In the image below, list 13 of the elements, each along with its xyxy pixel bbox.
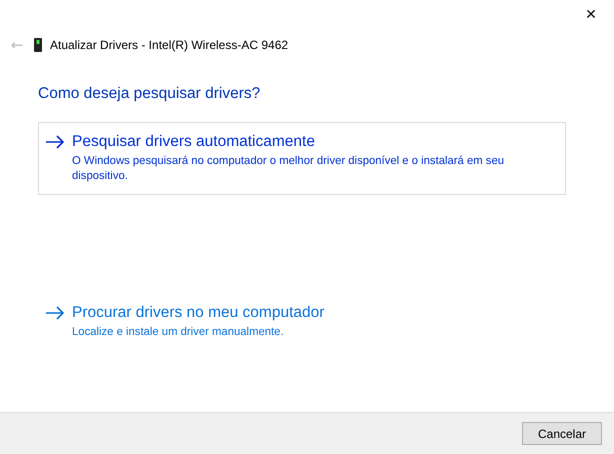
heading: Como deseja pesquisar drivers? xyxy=(38,85,262,103)
arrow-icon xyxy=(45,306,65,320)
arrow-icon xyxy=(45,135,65,149)
option-description: O Windows pesquisará no computador o melhor driver disponível e o instalará em seu dispositivo. xyxy=(72,154,506,184)
window-title: Atualizar Drivers - Intel(R) Wireless-AC 9462 xyxy=(50,38,288,52)
device-icon xyxy=(34,38,42,52)
option-title: Procurar drivers no meu computador xyxy=(72,304,324,322)
close-button[interactable]: ✕ xyxy=(568,0,614,30)
option-title: Pesquisar drivers automaticamente xyxy=(72,133,315,151)
cancel-button[interactable]: Cancelar xyxy=(522,422,602,445)
option-description: Localize e instale um driver manualmente. xyxy=(72,325,285,340)
option-link[interactable]: Procurar drivers no meu computador Localize e instale um driver manualmente. xyxy=(38,293,566,351)
option-link[interactable]: Pesquisar drivers automaticamente O Windows pesquisará no computador o melhor driver disponível e o instalará em seu dispositivo. xyxy=(38,122,566,195)
